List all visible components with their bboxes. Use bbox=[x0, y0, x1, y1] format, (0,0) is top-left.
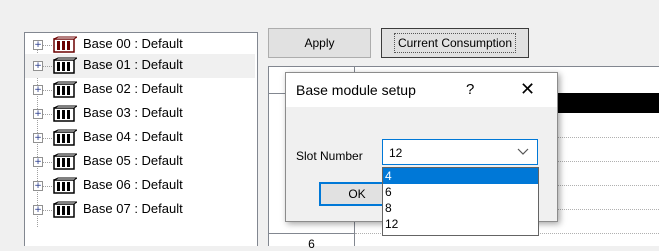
close-button[interactable]: ✕ bbox=[520, 79, 535, 100]
expand-icon[interactable]: + bbox=[33, 109, 43, 119]
base-rack-icon bbox=[53, 177, 77, 194]
expand-icon[interactable]: + bbox=[33, 181, 43, 191]
apply-button[interactable]: Apply bbox=[268, 28, 371, 58]
tree-item-base-03[interactable]: + Base 03 : Default bbox=[25, 102, 255, 126]
base-rack-icon bbox=[53, 153, 77, 170]
tree-branch-line bbox=[43, 186, 52, 187]
tree-branch-line bbox=[43, 45, 52, 46]
expand-icon[interactable]: + bbox=[33, 133, 43, 143]
tree-branch-line bbox=[43, 66, 52, 67]
slot-option-4[interactable]: 4 bbox=[383, 168, 538, 184]
current-consumption-button[interactable]: Current Consumption bbox=[381, 28, 529, 58]
help-button[interactable]: ? bbox=[466, 81, 474, 98]
tree-branch-line bbox=[43, 90, 52, 91]
tree-item-label: Base 00 : Default bbox=[83, 36, 183, 51]
base-rack-icon bbox=[53, 129, 77, 146]
expand-icon[interactable]: + bbox=[33, 40, 43, 50]
base-rack-icon bbox=[53, 36, 77, 53]
base-tree[interactable]: + Base 00 : Default + Base 01 : Default … bbox=[24, 32, 258, 246]
tree-branch-line bbox=[43, 138, 52, 139]
slot-number-value: 12 bbox=[389, 146, 403, 160]
slot-cell[interactable]: 6 bbox=[269, 237, 354, 251]
tree-item-base-02[interactable]: + Base 02 : Default bbox=[25, 78, 255, 102]
chevron-down-icon bbox=[517, 148, 529, 155]
tree-branch-line bbox=[43, 114, 52, 115]
tree-item-base-07[interactable]: + Base 07 : Default bbox=[25, 198, 255, 222]
current-consumption-label: Current Consumption bbox=[393, 33, 517, 53]
dialog-title: Base module setup bbox=[296, 82, 416, 98]
base-rack-icon bbox=[53, 105, 77, 122]
tree-item-label: Base 04 : Default bbox=[83, 129, 183, 144]
slot-number-select[interactable]: 12 bbox=[382, 139, 538, 165]
tree-item-label: Base 07 : Default bbox=[83, 201, 183, 216]
expand-icon[interactable]: + bbox=[33, 157, 43, 167]
tree-branch-line bbox=[43, 162, 52, 163]
expand-icon[interactable]: + bbox=[33, 85, 43, 95]
tree-item-label: Base 05 : Default bbox=[83, 153, 183, 168]
expand-icon[interactable]: + bbox=[33, 61, 43, 71]
slot-option-12[interactable]: 12 bbox=[383, 216, 538, 232]
tree-item-label: Base 02 : Default bbox=[83, 81, 183, 96]
slot-number-label: Slot Number bbox=[296, 149, 363, 163]
tree-item-label: Base 01 : Default bbox=[81, 56, 185, 73]
base-rack-icon bbox=[53, 57, 77, 74]
base-rack-icon bbox=[53, 81, 77, 98]
dialog-title-bar[interactable]: Base module setup ? ✕ bbox=[286, 73, 557, 107]
tree-item-label: Base 06 : Default bbox=[83, 177, 183, 192]
expand-icon[interactable]: + bbox=[33, 205, 43, 215]
slot-option-6[interactable]: 6 bbox=[383, 184, 538, 200]
tree-item-base-06[interactable]: + Base 06 : Default bbox=[25, 174, 255, 198]
tree-item-base-04[interactable]: + Base 04 : Default bbox=[25, 126, 255, 150]
base-rack-icon bbox=[53, 201, 77, 218]
grid-row-line bbox=[269, 233, 354, 234]
slot-number-options[interactable]: 4 6 8 12 bbox=[382, 167, 539, 236]
slot-option-8[interactable]: 8 bbox=[383, 200, 538, 216]
tree-branch-line bbox=[43, 210, 52, 211]
tree-item-base-01[interactable]: + Base 01 : Default bbox=[25, 54, 255, 78]
tree-item-base-05[interactable]: + Base 05 : Default bbox=[25, 150, 255, 174]
tree-item-label: Base 03 : Default bbox=[83, 105, 183, 120]
